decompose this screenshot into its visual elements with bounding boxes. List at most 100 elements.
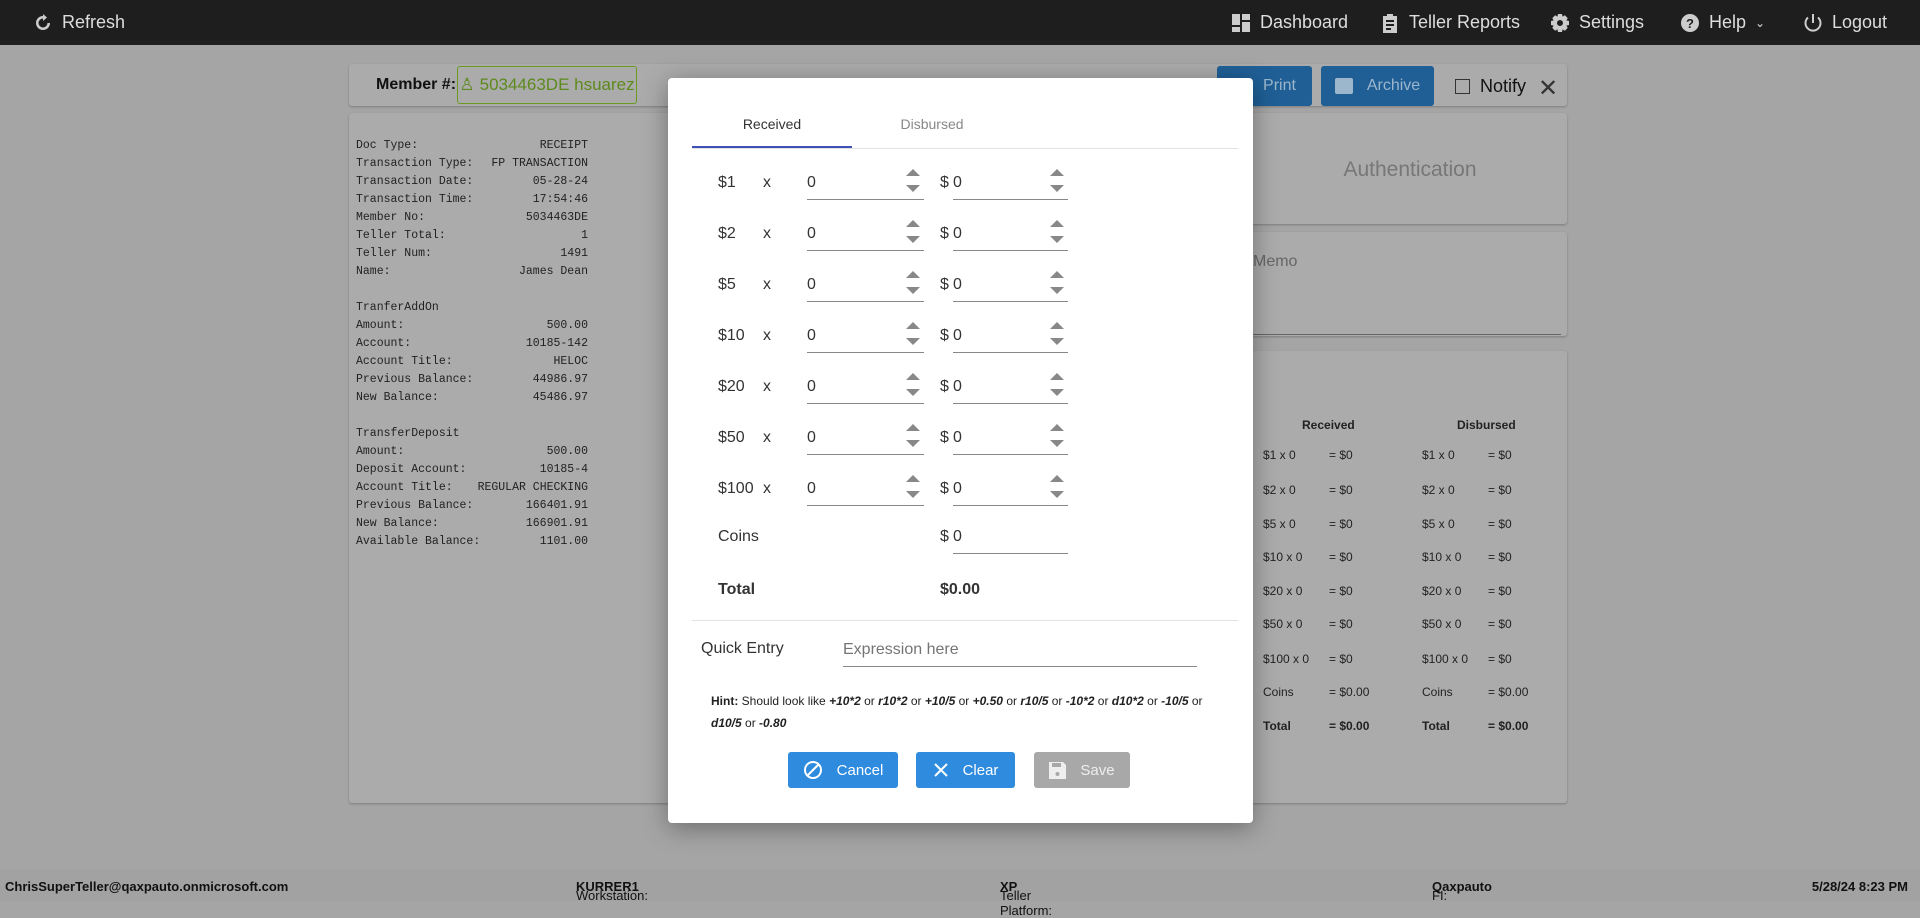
- caret-up-icon[interactable]: [1050, 475, 1064, 482]
- caret-up-icon[interactable]: [1050, 220, 1064, 227]
- caret-up-icon[interactable]: [1050, 373, 1064, 380]
- summary-disbursed-value: = $0: [1488, 448, 1512, 462]
- memo-label[interactable]: Memo: [1253, 253, 1297, 271]
- caret-up-icon[interactable]: [1050, 169, 1064, 176]
- spinner[interactable]: [1050, 217, 1064, 247]
- amount-stepper[interactable]: 0: [953, 419, 1068, 455]
- summary-disbursed-header: Disbursed: [1457, 418, 1516, 432]
- receipt-line: Name: James Dean: [356, 263, 588, 281]
- caret-up-icon[interactable]: [906, 373, 920, 380]
- help-label: Help: [1709, 12, 1747, 32]
- coins-amount-input[interactable]: 0: [953, 518, 1068, 554]
- hint-example: +0.50: [972, 694, 1003, 708]
- receipt-line: Previous Balance: 166401.91: [356, 497, 588, 515]
- quantity-stepper[interactable]: 0: [807, 419, 924, 455]
- caret-down-icon[interactable]: [906, 338, 920, 345]
- spinner[interactable]: [906, 370, 920, 400]
- amount-stepper[interactable]: 0: [953, 164, 1068, 200]
- caret-down-icon[interactable]: [1050, 389, 1064, 396]
- summary-disbursed-value: = $0: [1488, 517, 1512, 531]
- receipt-line: Doc Type: RECEIPT: [356, 137, 588, 155]
- quantity-stepper[interactable]: 0: [807, 368, 924, 404]
- amount-stepper[interactable]: 0: [953, 317, 1068, 353]
- caret-up-icon[interactable]: [1050, 322, 1064, 329]
- receipt-value: HELOC: [553, 355, 588, 368]
- currency-symbol: $: [940, 327, 949, 344]
- hint-separator: or: [1147, 694, 1158, 708]
- caret-down-icon[interactable]: [906, 236, 920, 243]
- hint-text: Hint: Should look like +10*2 or r10*2 or…: [711, 690, 1211, 734]
- settings-label: Settings: [1579, 12, 1645, 32]
- quantity-stepper[interactable]: 0: [807, 215, 924, 251]
- spinner[interactable]: [1050, 166, 1064, 196]
- archive-button[interactable]: Archive: [1321, 66, 1434, 106]
- denomination-row: $20 x 0 $ 0: [668, 368, 1253, 408]
- receipt-value: 44986.97: [532, 373, 588, 386]
- spinner[interactable]: [906, 217, 920, 247]
- spinner[interactable]: [1050, 370, 1064, 400]
- caret-down-icon[interactable]: [1050, 491, 1064, 498]
- quantity-stepper[interactable]: 0: [807, 266, 924, 302]
- receipt-text: Doc Type: RECEIPT Transaction Type: FP TRAN…: [356, 137, 588, 551]
- spinner[interactable]: [906, 319, 920, 349]
- amount-stepper[interactable]: 0: [953, 215, 1068, 251]
- summary-received-value: = $0: [1329, 617, 1353, 631]
- settings-link[interactable]: Settings: [1550, 0, 1644, 45]
- tab-received[interactable]: Received: [692, 116, 852, 132]
- quantity-stepper[interactable]: 0: [807, 164, 924, 200]
- spinner[interactable]: [1050, 319, 1064, 349]
- summary-disbursed-value: = $0: [1488, 617, 1512, 631]
- amount-stepper[interactable]: 0: [953, 266, 1068, 302]
- member-button[interactable]: ♙ 5034463DE hsuarez: [457, 66, 637, 104]
- amount-value: 0: [953, 480, 962, 497]
- amount-value: 0: [953, 429, 962, 446]
- help-menu[interactable]: ? Help ⌄: [1680, 0, 1765, 45]
- dashboard-link[interactable]: Dashboard: [1231, 0, 1348, 45]
- denomination-row: $1 x 0 $ 0: [668, 164, 1253, 204]
- tab-disbursed[interactable]: Disbursed: [852, 116, 1012, 132]
- caret-down-icon[interactable]: [1050, 287, 1064, 294]
- teller-reports-link[interactable]: Teller Reports: [1380, 0, 1520, 45]
- spinner[interactable]: [906, 421, 920, 451]
- caret-down-icon[interactable]: [1050, 338, 1064, 345]
- caret-up-icon[interactable]: [1050, 424, 1064, 431]
- spinner[interactable]: [906, 268, 920, 298]
- summary-disbursed-label: Total: [1422, 719, 1450, 733]
- caret-down-icon[interactable]: [1050, 440, 1064, 447]
- caret-up-icon[interactable]: [906, 220, 920, 227]
- cancel-button[interactable]: Cancel: [788, 752, 898, 788]
- quantity-stepper[interactable]: 0: [807, 470, 924, 506]
- spinner[interactable]: [1050, 421, 1064, 451]
- clear-button[interactable]: Clear: [916, 752, 1015, 788]
- amount-stepper[interactable]: 0: [953, 470, 1068, 506]
- quantity-stepper[interactable]: 0: [807, 317, 924, 353]
- cash-count-dialog: Received Disbursed $1 x 0 $ 0 $2 x 0 $ 0…: [668, 78, 1253, 823]
- caret-up-icon[interactable]: [906, 169, 920, 176]
- caret-up-icon[interactable]: [906, 322, 920, 329]
- caret-up-icon[interactable]: [906, 271, 920, 278]
- spinner[interactable]: [1050, 472, 1064, 502]
- spinner[interactable]: [906, 166, 920, 196]
- quick-entry-input[interactable]: [843, 633, 1197, 667]
- caret-down-icon[interactable]: [906, 287, 920, 294]
- receipt-value: 5034463DE: [525, 211, 588, 224]
- denomination-row: $10 x 0 $ 0: [668, 317, 1253, 357]
- save-button[interactable]: Save: [1034, 752, 1130, 788]
- hint-intro: Should look like: [741, 694, 826, 708]
- caret-down-icon[interactable]: [906, 491, 920, 498]
- notify-checkbox[interactable]: Notify: [1455, 76, 1526, 97]
- caret-up-icon[interactable]: [906, 424, 920, 431]
- caret-up-icon[interactable]: [1050, 271, 1064, 278]
- close-icon[interactable]: ✕: [1538, 74, 1558, 103]
- caret-up-icon[interactable]: [906, 475, 920, 482]
- caret-down-icon[interactable]: [1050, 185, 1064, 192]
- spinner[interactable]: [1050, 268, 1064, 298]
- refresh-button[interactable]: Refresh: [33, 0, 125, 45]
- caret-down-icon[interactable]: [1050, 236, 1064, 243]
- spinner[interactable]: [906, 472, 920, 502]
- amount-stepper[interactable]: 0: [953, 368, 1068, 404]
- caret-down-icon[interactable]: [906, 440, 920, 447]
- logout-button[interactable]: Logout: [1803, 0, 1887, 45]
- caret-down-icon[interactable]: [906, 389, 920, 396]
- caret-down-icon[interactable]: [906, 185, 920, 192]
